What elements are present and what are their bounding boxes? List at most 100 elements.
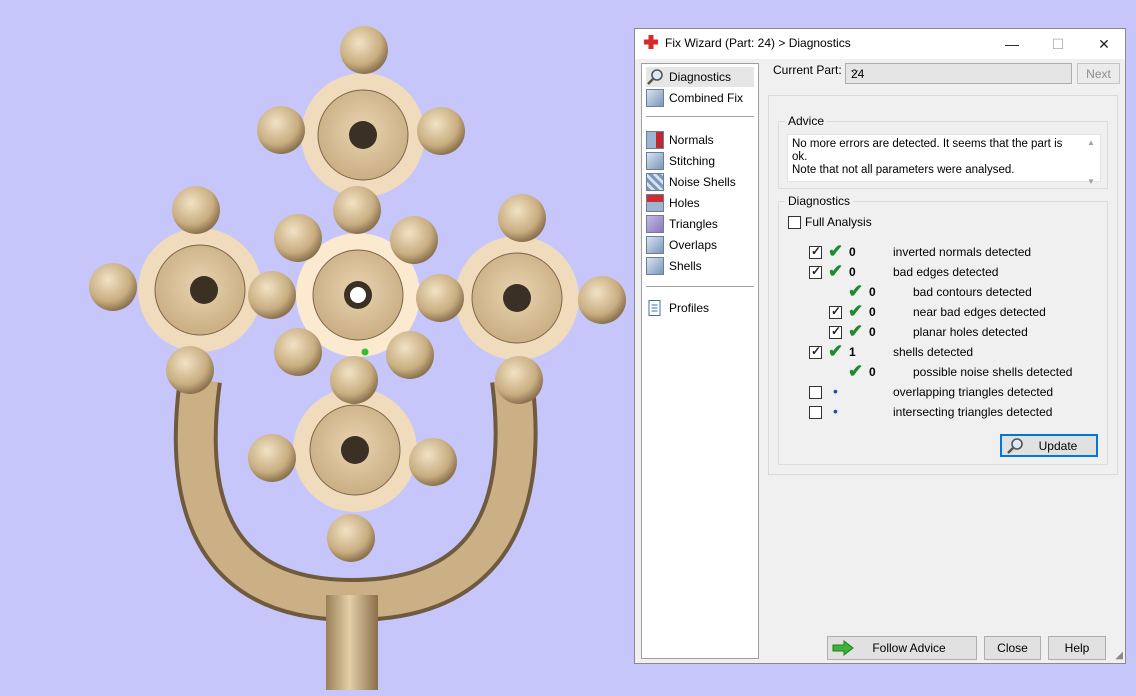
magnifier-icon: [647, 69, 663, 85]
noise-shells-cube-icon: [646, 173, 664, 191]
triangles-cube-icon: [646, 215, 664, 233]
diag-label: possible noise shells detected: [913, 365, 1073, 379]
near-bad-edges-checkbox[interactable]: [829, 304, 842, 319]
nav-item-stitching[interactable]: Stitching: [646, 151, 754, 171]
advice-scrollbar[interactable]: ▲ ▼: [1083, 136, 1099, 186]
nav-label: Overlaps: [669, 238, 718, 252]
diagnostics-group-title: Diagnostics: [785, 194, 854, 208]
nav-item-profiles[interactable]: Profiles: [646, 298, 754, 318]
resize-grip-icon[interactable]: ◢: [1115, 650, 1123, 661]
chevron-down-icon: ⌵: [851, 66, 859, 77]
maximize-button[interactable]: ☐: [1035, 29, 1081, 59]
magnifier-icon: [1007, 438, 1023, 454]
diagnostics-group: Diagnostics Full Analysis ✔ 0 inverted n…: [778, 194, 1108, 465]
nav-item-shells[interactable]: Shells: [646, 256, 754, 276]
follow-advice-button[interactable]: Follow Advice: [827, 636, 977, 660]
nav-label: Combined Fix: [669, 91, 744, 105]
origin-marker: [361, 348, 369, 356]
close-window-button[interactable]: ✕: [1081, 29, 1127, 59]
check-ok-icon: ✔: [848, 361, 864, 381]
close-button[interactable]: Close: [984, 636, 1041, 660]
nav-item-normals[interactable]: Normals: [646, 130, 754, 150]
nav-label: Profiles: [669, 301, 710, 315]
current-part-select[interactable]: 24 ⌵: [845, 63, 1072, 84]
disc-top: [301, 73, 425, 197]
check-ok-icon: ✔: [848, 281, 864, 301]
check-ok-icon: ✔: [828, 341, 844, 361]
diag-label: near bad edges detected: [913, 305, 1046, 319]
check-ok-icon: ✔: [828, 261, 844, 281]
shells-cube-icon: [646, 257, 664, 275]
disc-bottom: [293, 388, 417, 512]
nav-item-triangles[interactable]: Triangles: [646, 214, 754, 234]
red-cross-icon: [644, 35, 658, 49]
diag-count: 0: [869, 305, 876, 319]
diag-count: 0: [849, 245, 856, 259]
full-analysis-label: Full Analysis: [805, 215, 872, 229]
check-ok-icon: ✔: [848, 321, 864, 341]
nav-divider: [646, 286, 754, 287]
help-button[interactable]: Help: [1048, 636, 1106, 660]
diagnostics-panel: Advice No more errors are detected. It s…: [768, 95, 1118, 475]
diag-label: bad edges detected: [893, 265, 999, 279]
nav-label: Shells: [669, 259, 702, 273]
nav-item-overlaps[interactable]: Overlaps: [646, 235, 754, 255]
diag-count: 0: [869, 365, 876, 379]
disc-right: [455, 236, 579, 360]
title-bar[interactable]: Fix Wizard (Part: 24) > Diagnostics — ☐ …: [635, 29, 1125, 59]
document-icon: [648, 300, 661, 316]
diag-label: planar holes detected: [913, 325, 1028, 339]
advice-text-box[interactable]: No more errors are detected. It seems th…: [787, 134, 1101, 186]
normals-cube-icon: [646, 131, 664, 149]
diag-count: 1: [849, 345, 856, 359]
nav-label: Normals: [669, 133, 714, 147]
update-button[interactable]: Update: [1000, 434, 1098, 457]
nav-item-holes[interactable]: Holes: [646, 193, 754, 213]
advice-group: Advice No more errors are detected. It s…: [778, 114, 1108, 189]
nav-label: Stitching: [669, 154, 716, 168]
current-part-label: Current Part:: [773, 63, 842, 77]
disc-left: [138, 228, 262, 352]
holes-cube-icon: [646, 194, 664, 212]
green-arrow-icon: [832, 640, 854, 656]
bad-edges-checkbox[interactable]: [809, 264, 822, 279]
check-ok-icon: ✔: [828, 241, 844, 261]
diag-label: bad contours detected: [913, 285, 1032, 299]
planar-holes-checkbox[interactable]: [829, 324, 842, 339]
advice-text-line: Note that not all parameters were analys…: [792, 164, 1015, 176]
diag-count: 0: [869, 325, 876, 339]
window-title: Fix Wizard (Part: 24) > Diagnostics: [665, 36, 851, 50]
wizard-nav: Diagnostics Combined Fix Normals Stitchi…: [641, 63, 759, 659]
next-button[interactable]: Next: [1077, 63, 1120, 84]
shells-checkbox[interactable]: [809, 344, 822, 359]
pending-dot-icon: •: [833, 403, 838, 419]
nav-item-combined-fix[interactable]: Combined Fix: [646, 88, 754, 108]
nav-label: Noise Shells: [669, 175, 736, 189]
overlapping-triangles-checkbox[interactable]: [809, 386, 822, 399]
diag-label: overlapping triangles detected: [893, 385, 1054, 399]
nav-item-diagnostics[interactable]: Diagnostics: [646, 67, 754, 87]
3d-viewport[interactable]: [0, 0, 634, 693]
cube-icon: [646, 89, 664, 107]
diag-count: 0: [849, 265, 856, 279]
overlaps-cube-icon: [646, 236, 664, 254]
fix-wizard-dialog: Fix Wizard (Part: 24) > Diagnostics — ☐ …: [634, 28, 1126, 664]
check-ok-icon: ✔: [848, 301, 864, 321]
pending-dot-icon: •: [833, 383, 838, 399]
intersecting-triangles-checkbox[interactable]: [809, 406, 822, 419]
diag-label: inverted normals detected: [893, 245, 1032, 259]
advice-group-title: Advice: [785, 114, 828, 128]
full-analysis-checkbox[interactable]: [788, 216, 801, 229]
nav-label: Holes: [669, 196, 700, 210]
diag-label: shells detected: [893, 345, 974, 359]
advice-text-line: No more errors are detected. It seems th…: [792, 138, 1063, 163]
part-24-model[interactable]: [0, 0, 634, 693]
diag-count: 0: [869, 285, 876, 299]
inverted-normals-checkbox[interactable]: [809, 244, 822, 259]
minimize-button[interactable]: —: [989, 29, 1035, 59]
nav-item-noise-shells[interactable]: Noise Shells: [646, 172, 754, 192]
diag-label: intersecting triangles detected: [893, 405, 1053, 419]
follow-advice-label: Follow Advice: [872, 641, 946, 655]
nav-label: Diagnostics: [669, 70, 732, 84]
update-button-label: Update: [1038, 438, 1078, 453]
